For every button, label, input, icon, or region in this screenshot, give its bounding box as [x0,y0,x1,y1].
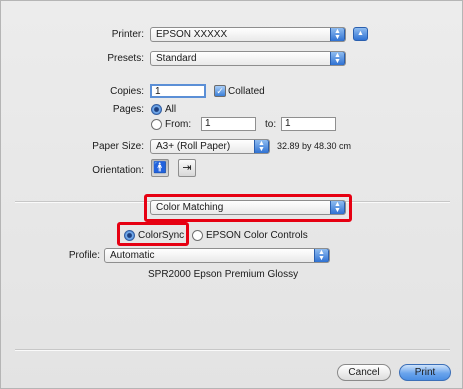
printer-popup[interactable]: EPSON XXXXX ▲ ▼ [150,27,346,42]
presets-label: Presets: [107,53,144,64]
presets-value: Standard [156,53,197,64]
epson-color-controls-radio[interactable] [192,230,203,241]
pages-from-label: From: [165,119,192,130]
pages-to-field[interactable]: 1 [281,117,336,131]
profile-description: SPR2000 Epson Premium Glossy [148,269,299,280]
cancel-button[interactable]: Cancel [337,364,391,381]
print-dialog: Printer: EPSON XXXXX ▲ ▼ ▲ Presets: Stand… [0,0,463,389]
epson-color-controls-label: EPSON Color Controls [206,230,308,241]
profile-label: Profile: [68,250,100,261]
pages-all-radio[interactable] [151,104,162,115]
bottom-separator [15,349,450,351]
paper-size-popup[interactable]: A3+ (Roll Paper) ▲ ▼ [150,139,270,154]
copies-label: Copies: [110,86,144,97]
collated-label: Collated [228,86,265,97]
landscape-orientation-button[interactable]: ⇥ [178,159,196,177]
expand-disclosure-button[interactable]: ▲ [353,27,368,41]
portrait-orientation-button[interactable]: 🚹 [151,159,169,177]
landscape-person-icon: ⇥ [182,162,192,174]
presets-popup[interactable]: Standard ▲ ▼ [150,51,346,66]
printer-value: EPSON XXXXX [156,29,228,40]
pages-from-radio[interactable] [151,119,162,130]
printer-label: Printer: [111,29,144,40]
paper-size-label: Paper Size: [92,141,144,152]
paper-dimensions: 32.89 by 48.30 cm [277,141,352,151]
disclosure-up-icon: ▲ [357,30,364,37]
popup-arrows-icon: ▲ ▼ [330,28,345,41]
copies-field[interactable]: 1 [150,84,206,98]
colorsync-highlight [117,222,189,246]
portrait-person-icon: 🚹 [153,162,167,174]
pages-to-label: to: [265,119,277,130]
paper-size-value: A3+ (Roll Paper) [156,141,231,152]
popup-arrows-icon: ▲ ▼ [314,249,329,262]
popup-arrows-icon: ▲ ▼ [254,140,269,153]
pages-from-field[interactable]: 1 [201,117,256,131]
orientation-label: Orientation: [92,165,144,176]
popup-arrows-icon: ▲ ▼ [330,52,345,65]
print-button[interactable]: Print [399,364,451,381]
pages-label: Pages: [112,104,144,115]
section-popup-highlight [144,194,352,222]
profile-popup[interactable]: Automatic ▲ ▼ [104,248,330,263]
pages-all-label: All [165,104,177,115]
profile-value: Automatic [110,250,155,261]
collated-checkbox[interactable]: ✓ [214,85,226,97]
